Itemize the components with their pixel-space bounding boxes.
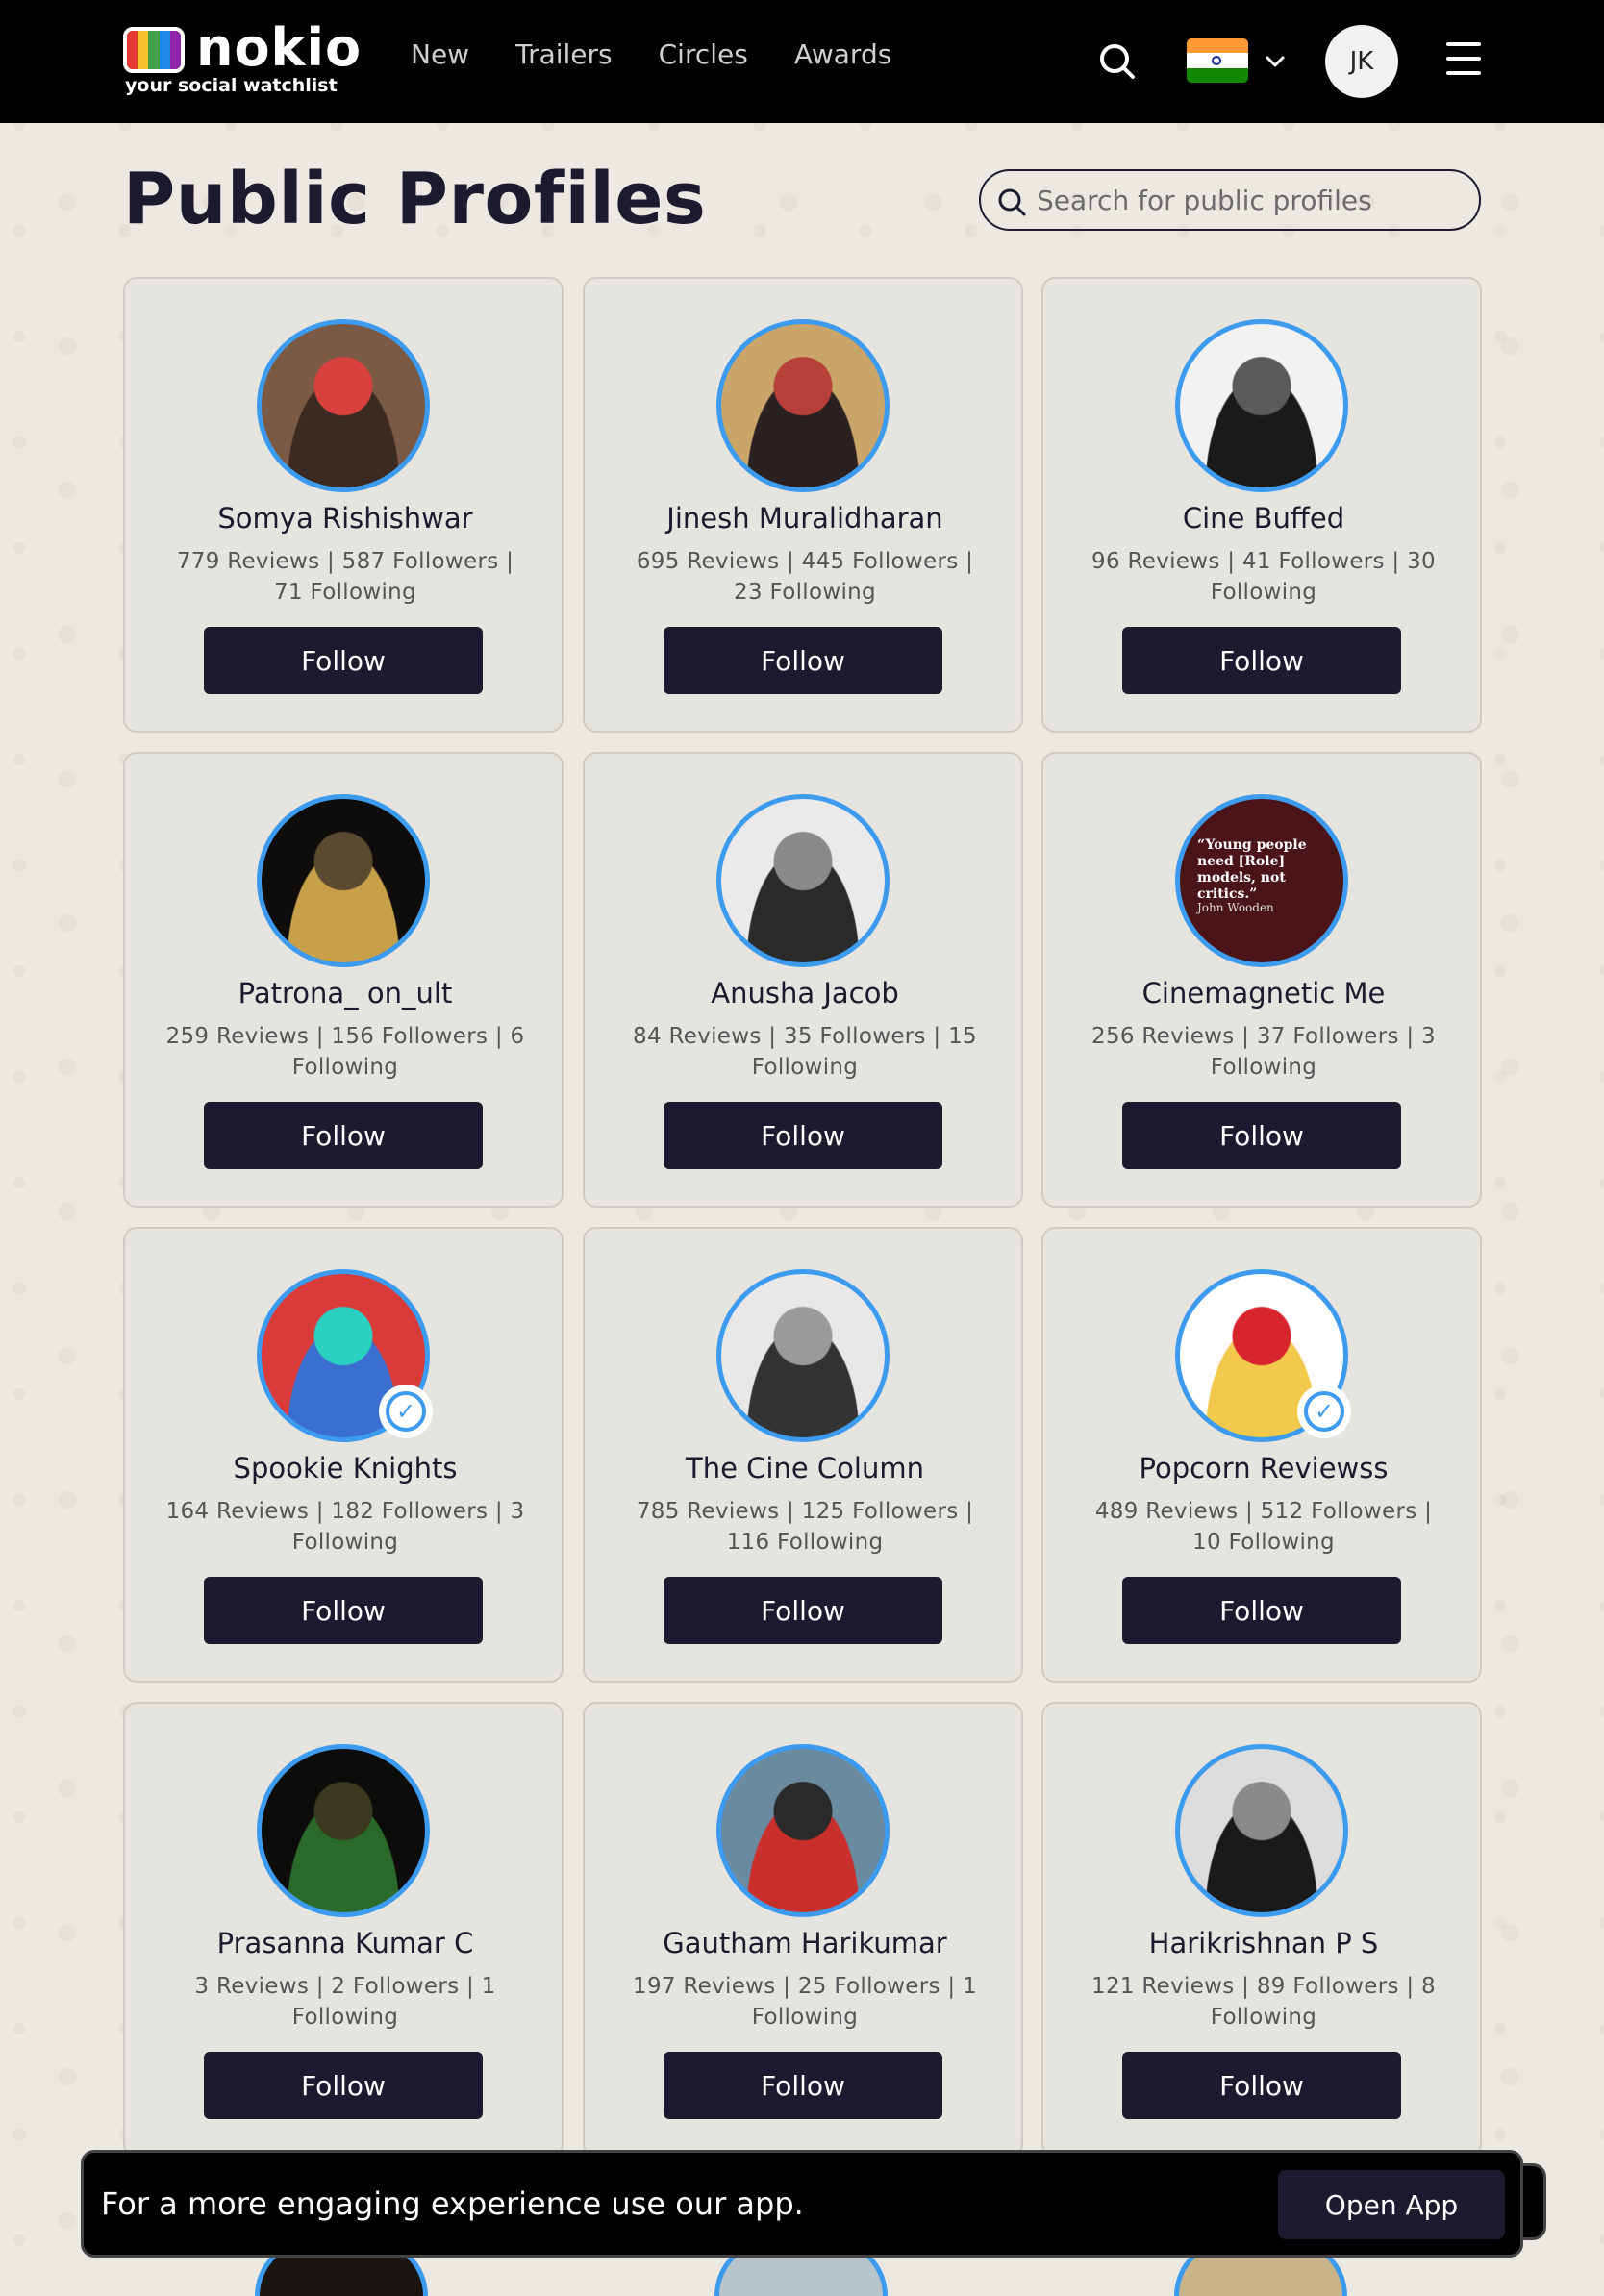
- top-navigation-bar: nokio your social watchlist New Trailers…: [0, 0, 1604, 123]
- profile-avatar[interactable]: [716, 794, 890, 967]
- india-flag-icon[interactable]: [1187, 38, 1248, 83]
- profile-stats: 3 Reviews | 2 Followers | 1 Following: [194, 1974, 496, 2030]
- tv-logo-icon: [123, 27, 185, 73]
- profile-card[interactable]: Harikrishnan P S 121 Reviews | 89 Followe…: [1041, 1702, 1482, 2158]
- app-promo-banner: For a more engaging experience use our a…: [81, 2150, 1523, 2258]
- profile-name[interactable]: Somya Rishishwar: [135, 502, 556, 535]
- profile-name[interactable]: Prasanna Kumar C: [135, 1927, 556, 1959]
- profile-card[interactable]: ✓ Spookie Knights 164 Reviews | 182 Follow…: [123, 1227, 564, 1683]
- logo-wordmark: nokio: [196, 17, 363, 78]
- follow-button[interactable]: Follow: [1122, 1102, 1401, 1169]
- open-app-button[interactable]: Open App: [1278, 2170, 1505, 2239]
- follow-button[interactable]: Follow: [664, 1102, 942, 1169]
- profile-stats: 785 Reviews | 125 Followers | 116 Follow…: [636, 1499, 974, 1555]
- logo-tagline: your social watchlist: [125, 75, 338, 96]
- follow-button[interactable]: Follow: [204, 1577, 483, 1644]
- profile-stats: 121 Reviews | 89 Followers | 8 Following: [1091, 1974, 1436, 2030]
- search-icon: [998, 188, 1026, 216]
- profile-avatar[interactable]: [257, 794, 430, 967]
- profile-name[interactable]: Cine Buffed: [1053, 502, 1474, 535]
- banner-message: For a more engaging experience use our a…: [101, 2185, 804, 2222]
- profile-avatar[interactable]: [716, 1269, 890, 1442]
- profile-stats: 84 Reviews | 35 Followers | 15 Following: [633, 1024, 977, 1080]
- chevron-down-icon[interactable]: [1264, 50, 1287, 73]
- profile-name[interactable]: The Cine Column: [594, 1452, 1015, 1485]
- profile-search-input[interactable]: [1037, 184, 1460, 216]
- follow-button[interactable]: Follow: [1122, 1577, 1401, 1644]
- profile-card[interactable]: The Cine Column 785 Reviews | 125 Followe…: [583, 1227, 1023, 1683]
- avatar-quote-author: John Wooden: [1197, 901, 1274, 914]
- follow-button[interactable]: Follow: [204, 2052, 483, 2119]
- profile-name[interactable]: Anusha Jacob: [594, 977, 1015, 1010]
- profile-avatar[interactable]: [716, 1744, 890, 1917]
- verified-badge-icon: ✓: [379, 1385, 433, 1438]
- nav-link-circles[interactable]: Circles: [659, 38, 748, 70]
- profile-name[interactable]: Harikrishnan P S: [1053, 1927, 1474, 1959]
- profile-card[interactable]: Jinesh Muralidharan 695 Reviews | 445 Fol…: [583, 277, 1023, 733]
- profile-avatar[interactable]: [1175, 1744, 1348, 1917]
- follow-button[interactable]: Follow: [204, 627, 483, 694]
- profile-card[interactable]: Patrona_ on_ult 259 Reviews | 156 Followe…: [123, 752, 564, 1208]
- verified-badge-icon: ✓: [1297, 1385, 1351, 1438]
- follow-button[interactable]: Follow: [1122, 627, 1401, 694]
- profile-stats: 695 Reviews | 445 Followers | 23 Followi…: [636, 549, 974, 605]
- nokio-logo[interactable]: nokio your social watchlist: [123, 17, 361, 98]
- avatar-quote: “Young people need [Role] models, not cr…: [1197, 837, 1307, 902]
- profile-card[interactable]: Cine Buffed 96 Reviews | 41 Followers | 3…: [1041, 277, 1482, 733]
- user-avatar-button[interactable]: JK: [1325, 25, 1398, 98]
- profile-card[interactable]: Prasanna Kumar C 3 Reviews | 2 Followers …: [123, 1702, 564, 2158]
- hamburger-menu-icon[interactable]: [1446, 42, 1481, 75]
- profile-search-box[interactable]: [979, 169, 1481, 231]
- profile-card[interactable]: Anusha Jacob 84 Reviews | 35 Followers | …: [583, 752, 1023, 1208]
- follow-button[interactable]: Follow: [204, 1102, 483, 1169]
- profile-avatar[interactable]: [716, 319, 890, 492]
- profile-card[interactable]: “Young people need [Role] models, not cr…: [1041, 752, 1482, 1208]
- profile-stats: 197 Reviews | 25 Followers | 1 Following: [633, 1974, 977, 2030]
- profile-stats: 164 Reviews | 182 Followers | 3 Followin…: [165, 1499, 525, 1555]
- follow-button[interactable]: Follow: [664, 627, 942, 694]
- profile-name[interactable]: Popcorn Reviewss: [1053, 1452, 1474, 1485]
- profile-stats: 779 Reviews | 587 Followers | 71 Followi…: [176, 549, 514, 605]
- follow-button[interactable]: Follow: [664, 1577, 942, 1644]
- profile-name[interactable]: Gautham Harikumar: [594, 1927, 1015, 1959]
- profile-avatar[interactable]: [257, 1744, 430, 1917]
- search-icon[interactable]: [1098, 42, 1137, 81]
- profile-name[interactable]: Spookie Knights: [135, 1452, 556, 1485]
- nav-link-awards[interactable]: Awards: [794, 38, 891, 70]
- profile-avatar[interactable]: [257, 319, 430, 492]
- follow-button[interactable]: Follow: [1122, 2052, 1401, 2119]
- nav-link-trailers[interactable]: Trailers: [515, 38, 613, 70]
- profile-name[interactable]: Jinesh Muralidharan: [594, 502, 1015, 535]
- main-nav: New Trailers Circles Awards: [411, 38, 891, 70]
- profile-avatar[interactable]: “Young people need [Role] models, not cr…: [1175, 794, 1348, 967]
- profile-stats: 256 Reviews | 37 Followers | 3 Following: [1091, 1024, 1436, 1080]
- follow-button[interactable]: Follow: [664, 2052, 942, 2119]
- page-title: Public Profiles: [123, 158, 707, 240]
- profile-stats: 96 Reviews | 41 Followers | 30 Following: [1091, 549, 1436, 605]
- profile-name[interactable]: Cinemagnetic Me: [1053, 977, 1474, 1010]
- profile-avatar[interactable]: [1175, 319, 1348, 492]
- profile-card[interactable]: Gautham Harikumar 197 Reviews | 25 Follow…: [583, 1702, 1023, 2158]
- nav-link-new[interactable]: New: [411, 38, 469, 70]
- profile-stats: 259 Reviews | 156 Followers | 6 Followin…: [165, 1024, 525, 1080]
- profile-card[interactable]: Somya Rishishwar 779 Reviews | 587 Follow…: [123, 277, 564, 733]
- profile-card[interactable]: ✓ Popcorn Reviewss 489 Reviews | 512 Follo…: [1041, 1227, 1482, 1683]
- profile-stats: 489 Reviews | 512 Followers | 10 Followi…: [1094, 1499, 1433, 1555]
- profile-name[interactable]: Patrona_ on_ult: [135, 977, 556, 1010]
